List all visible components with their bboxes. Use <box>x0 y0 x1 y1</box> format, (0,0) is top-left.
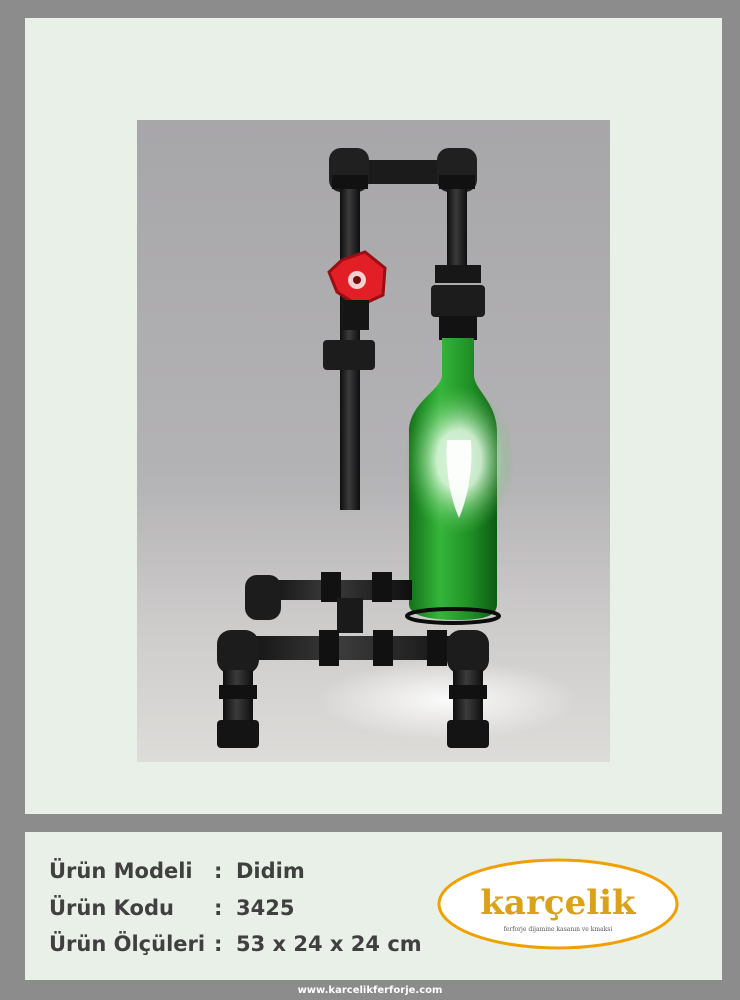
product-code-separator: : <box>214 896 223 920</box>
brand-logo[interactable]: karçelik ferforje dijamine kasanın ve km… <box>435 856 681 952</box>
product-code-row: Ürün Kodu:3425 <box>49 896 294 920</box>
website-url[interactable]: www.karcelikferforje.com <box>0 985 740 996</box>
product-size-label: Ürün Ölçüleri <box>49 932 206 956</box>
product-model-separator: : <box>214 859 223 883</box>
product-model-row: Ürün Modeli: Didim <box>49 859 305 883</box>
pipe-lamp-image <box>217 148 577 748</box>
product-info-panel: Ürün Modeli: Didim Ürün Kodu:3425 Ürün Öl… <box>25 832 722 980</box>
product-model-label: Ürün Modeli <box>49 859 193 883</box>
product-model-value: Didim <box>236 859 305 883</box>
product-size-value: 53 x 24 x 24 cm <box>236 932 422 956</box>
product-size-separator: : <box>214 932 223 956</box>
product-image-panel <box>25 18 722 814</box>
product-code-value: 3425 <box>236 896 295 920</box>
logo-tagline: ferforje dijamine kasanın ve kmaksi <box>504 926 613 933</box>
product-size-row: Ürün Ölçüleri:53 x 24 x 24 cm <box>49 932 422 956</box>
product-photo <box>137 120 610 762</box>
product-code-label: Ürün Kodu <box>49 896 174 920</box>
logo-wordmark: karçelik <box>480 883 637 923</box>
